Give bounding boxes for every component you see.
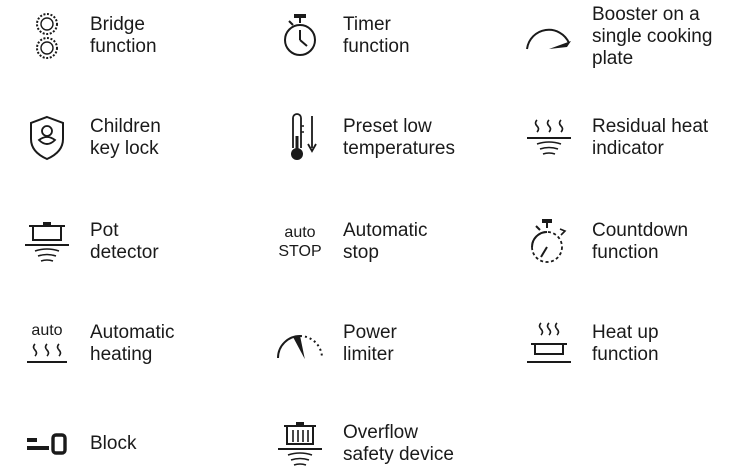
- pot-detector-label: Pot detector: [90, 220, 159, 263]
- bridge-label: Bridge function: [90, 14, 157, 57]
- timer-label: Timer function: [343, 14, 410, 57]
- auto-stop-label: Automatic stop: [343, 220, 428, 263]
- feature-booster: Booster on a single cooking plate: [520, 4, 712, 70]
- heat-up-icon: [520, 318, 578, 370]
- auto-heating-icon-text: auto: [31, 322, 63, 339]
- feature-preset-low: Preset low temperatures: [271, 112, 455, 164]
- overflow-label: Overflow safety device: [343, 422, 454, 465]
- block-label: Block: [90, 433, 137, 454]
- auto-heating-label: Automatic heating: [90, 322, 175, 365]
- preset-low-label: Preset low temperatures: [343, 116, 455, 159]
- countdown-label: Countdown function: [592, 220, 689, 263]
- overflow-safety-icon: [271, 418, 329, 470]
- feature-block: Block: [18, 418, 136, 470]
- feature-power-limiter: Power limiter: [271, 318, 397, 370]
- booster-icon: [520, 11, 578, 63]
- auto-heating-icon: auto: [18, 318, 76, 370]
- auto-stop-icon: auto STOP: [271, 216, 329, 268]
- residual-heat-icon: [520, 112, 578, 164]
- thermometer-icon: [271, 112, 329, 164]
- power-limiter-icon: [271, 318, 329, 370]
- child-lock-icon: [18, 112, 76, 164]
- power-limiter-label: Power limiter: [343, 322, 397, 365]
- pot-detector-icon: [18, 216, 76, 268]
- countdown-icon: [520, 216, 578, 268]
- bridge-icon: [18, 10, 76, 62]
- feature-residual-heat: Residual heat indicator: [520, 112, 708, 164]
- residual-heat-label: Residual heat indicator: [592, 116, 709, 159]
- booster-label: Booster on a single cooking plate: [592, 4, 713, 69]
- feature-children-lock: Children key lock: [18, 112, 161, 164]
- feature-pot-detector: Pot detector: [18, 216, 159, 268]
- feature-bridge: Bridge function: [18, 10, 157, 62]
- heat-up-label: Heat up function: [592, 322, 659, 365]
- feature-countdown: Countdown function: [520, 216, 688, 268]
- feature-auto-heating: auto Automatic heating: [18, 318, 174, 370]
- children-lock-label: Children key lock: [90, 116, 161, 159]
- feature-overflow: Overflow safety device: [271, 418, 454, 470]
- auto-stop-icon-text: auto STOP: [278, 224, 322, 260]
- block-icon: [18, 418, 76, 470]
- feature-auto-stop: auto STOP Automatic stop: [271, 216, 427, 268]
- feature-timer: Timer function: [271, 10, 410, 62]
- timer-icon: [271, 10, 329, 62]
- feature-heat-up: Heat up function: [520, 318, 659, 370]
